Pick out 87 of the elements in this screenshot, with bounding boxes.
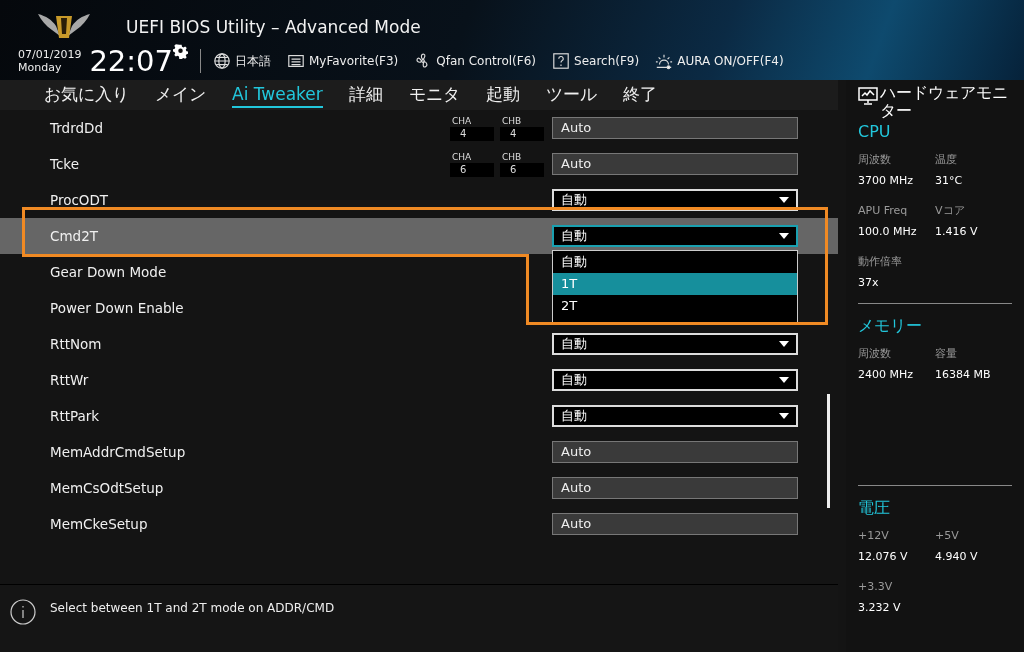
- nav-tab[interactable]: メイン: [155, 82, 206, 108]
- setting-label: Power Down Enable: [50, 298, 184, 318]
- dropdown-option[interactable]: 1T: [553, 273, 797, 295]
- channel-label: CHA: [451, 151, 473, 163]
- dropdown-select[interactable]: 自動: [552, 333, 798, 355]
- metric-value: 1.416 V: [935, 223, 979, 240]
- value-field[interactable]: Auto: [552, 117, 798, 139]
- monitor-icon: [858, 86, 878, 106]
- channel-label: CHB: [501, 115, 523, 127]
- scrollbar[interactable]: [827, 394, 830, 508]
- channel-value: 4: [450, 126, 494, 141]
- setting-label: Gear Down Mode: [50, 262, 167, 282]
- help-text: Select between 1T and 2T mode on ADDR/CMD: [50, 600, 335, 617]
- metric-value: 3.232 V: [858, 599, 902, 616]
- metric-label: +3.3V: [858, 579, 894, 595]
- section-title: メモリー: [858, 315, 923, 337]
- section-title: CPU: [858, 121, 892, 143]
- setting-label: RttPark: [50, 406, 100, 426]
- dropdown-select[interactable]: 自動: [552, 405, 798, 427]
- metric-label: Vコア: [935, 203, 966, 219]
- nav-tab[interactable]: モニタ: [408, 82, 460, 108]
- section-title: 電圧: [858, 497, 891, 519]
- setting-label: Tcke: [50, 154, 80, 174]
- metric-label: 周波数: [858, 152, 892, 168]
- nav-tab[interactable]: お気に入り: [44, 82, 129, 108]
- setting-label: TrdrdDd: [50, 118, 103, 138]
- caret-icon: [779, 377, 789, 383]
- globe-icon: [213, 52, 231, 70]
- metric-label: +5V: [935, 528, 960, 544]
- toolbar-button[interactable]: 日本語: [213, 52, 271, 70]
- dropdown-option[interactable]: 2T: [553, 295, 797, 317]
- metric-label: 動作倍率: [858, 254, 903, 270]
- setting-label: ProcODT: [50, 190, 109, 210]
- caret-icon: [779, 341, 789, 347]
- value-field[interactable]: Auto: [552, 153, 798, 175]
- channel-value: 6: [500, 162, 544, 177]
- day-text: Monday: [18, 61, 63, 74]
- metric-label: 周波数: [858, 346, 892, 362]
- light-icon: [655, 52, 674, 70]
- channel-value: 4: [500, 126, 544, 141]
- dropdown-option[interactable]: 自動: [553, 251, 797, 273]
- toolbar-button[interactable]: Qfan Control(F6): [414, 52, 537, 70]
- metric-value: 12.076 V: [858, 548, 909, 565]
- panel-title: ハードウェアモニター: [880, 84, 1009, 120]
- metric-value: 31°C: [935, 172, 964, 189]
- window-title: UEFI BIOS Utility – Advanced Mode: [126, 15, 421, 39]
- dropdown-select[interactable]: 自動: [552, 369, 798, 391]
- date-text: 07/01/2019: [18, 48, 82, 61]
- metric-value: 16384 MB: [935, 366, 992, 383]
- metric-label: 温度: [935, 152, 958, 168]
- metric-label: +12V: [858, 528, 890, 544]
- list-icon: [287, 52, 305, 70]
- toolbar-button[interactable]: Search(F9): [552, 52, 640, 70]
- help-icon: [552, 52, 571, 70]
- metric-value: 3700 MHz: [858, 172, 915, 189]
- value-field[interactable]: Auto: [552, 477, 798, 499]
- nav-tab[interactable]: Ai Tweaker: [232, 82, 323, 108]
- caret-icon: [779, 413, 789, 419]
- channel-label: CHA: [451, 115, 473, 127]
- setting-label: RttNom: [50, 334, 102, 354]
- metric-label: 容量: [935, 346, 958, 362]
- toolbar-button[interactable]: MyFavorite(F3): [287, 52, 399, 70]
- nav-tab[interactable]: 詳細: [348, 82, 383, 108]
- setting-label: MemCsOdtSetup: [50, 478, 164, 498]
- metric-value: 4.940 V: [935, 548, 979, 565]
- metric-label: APU Freq: [858, 203, 909, 219]
- dropdown-select[interactable]: 自動: [552, 225, 798, 247]
- channel-value: 6: [450, 162, 494, 177]
- nav-tab[interactable]: 終了: [622, 82, 657, 108]
- channel-label: CHB: [501, 151, 523, 163]
- caret-icon: [779, 233, 789, 239]
- info-icon: [10, 599, 36, 625]
- toolbar-button[interactable]: AURA ON/OFF(F4): [655, 52, 784, 70]
- setting-label: Cmd2T: [50, 226, 98, 246]
- setting-label: RttWr: [50, 370, 89, 390]
- nav-tab[interactable]: ツール: [545, 82, 597, 108]
- metric-value: 2400 MHz: [858, 366, 915, 383]
- setting-label: MemCkeSetup: [50, 514, 148, 534]
- setting-label: MemAddrCmdSetup: [50, 442, 186, 462]
- metric-value: 37x: [858, 274, 880, 291]
- caret-icon: [779, 197, 789, 203]
- clock-time: 22:07: [89, 45, 173, 77]
- settings-icon[interactable]: [173, 44, 188, 59]
- value-field[interactable]: Auto: [552, 513, 798, 535]
- value-field[interactable]: Auto: [552, 441, 798, 463]
- nav-tab[interactable]: 起動: [485, 82, 520, 108]
- metric-value: 100.0 MHz: [858, 223, 918, 240]
